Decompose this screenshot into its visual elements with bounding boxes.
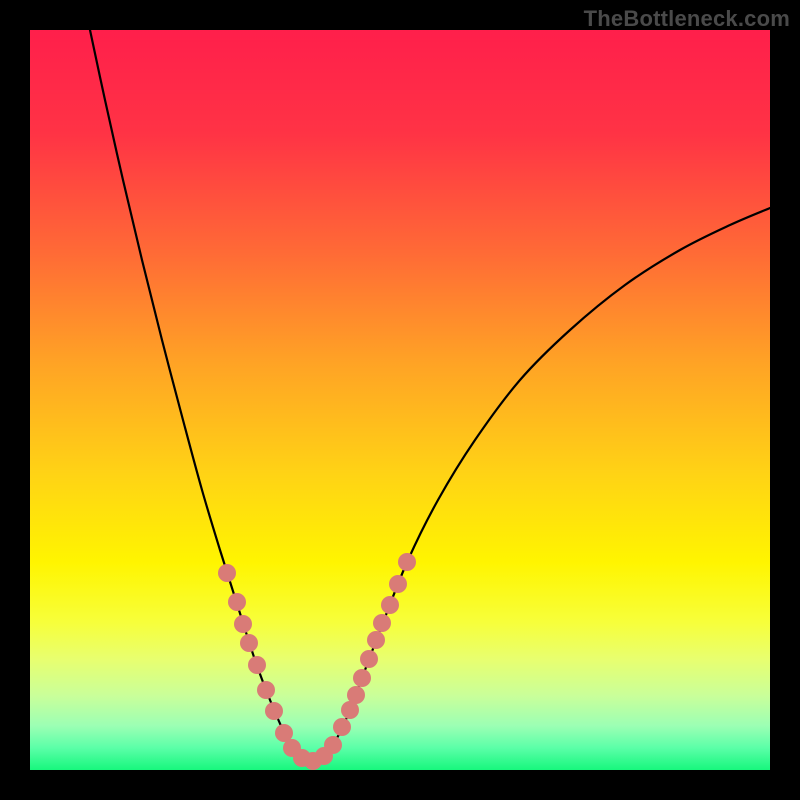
chart-stage: TheBottleneck.com (0, 0, 800, 800)
scatter-point (353, 669, 371, 687)
scatter-point (381, 596, 399, 614)
scatter-point (234, 615, 252, 633)
scatter-point (228, 593, 246, 611)
curves-layer (30, 30, 770, 770)
scatter-point (360, 650, 378, 668)
scatter-point (373, 614, 391, 632)
curve-left_branch (90, 30, 310, 763)
watermark-text: TheBottleneck.com (584, 6, 790, 32)
scatter-point (367, 631, 385, 649)
scatter-dots (218, 553, 416, 770)
plot-area (30, 30, 770, 770)
scatter-point (265, 702, 283, 720)
scatter-point (398, 553, 416, 571)
curve-right_branch (310, 208, 770, 763)
curve-paths (90, 30, 770, 763)
scatter-point (257, 681, 275, 699)
scatter-point (248, 656, 266, 674)
scatter-point (333, 718, 351, 736)
scatter-point (240, 634, 258, 652)
scatter-point (324, 736, 342, 754)
scatter-point (218, 564, 236, 582)
scatter-point (347, 686, 365, 704)
scatter-point (389, 575, 407, 593)
